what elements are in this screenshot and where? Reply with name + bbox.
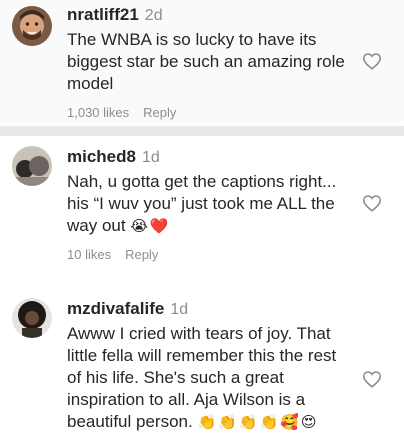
comment-text: Awww I cried with tears of joy. That lit… bbox=[67, 323, 353, 433]
likes-count[interactable]: 10 likes bbox=[67, 247, 111, 262]
comment-content: nratliff21 2d The WNBA is so lucky to hav… bbox=[67, 4, 353, 120]
comment-meta: 10 likes Reply bbox=[67, 247, 353, 262]
emoji-group: 👏👏👏👏🥰😍 bbox=[197, 413, 319, 431]
comment-meta: 1,030 likes Reply bbox=[67, 105, 353, 120]
timestamp: 2d bbox=[144, 7, 163, 24]
timestamp: 1d bbox=[170, 301, 189, 318]
comment-item: mzdivafalife 1d Awww I cried with tears o… bbox=[0, 284, 404, 446]
reply-button[interactable]: Reply bbox=[125, 247, 158, 262]
avatar[interactable] bbox=[12, 146, 52, 186]
avatar[interactable] bbox=[12, 298, 52, 338]
username[interactable]: miched8 bbox=[67, 147, 136, 166]
likes-count[interactable]: 1,030 likes bbox=[67, 105, 129, 120]
comment-text-body: Nah, u gotta get the captions right... h… bbox=[67, 172, 337, 235]
reply-button[interactable]: Reply bbox=[143, 105, 176, 120]
comment-content: miched8 1d Nah, u gotta get the captions … bbox=[67, 146, 353, 262]
username[interactable]: mzdivafalife bbox=[67, 299, 164, 318]
avatar[interactable] bbox=[12, 6, 52, 46]
comment-text: Nah, u gotta get the captions right... h… bbox=[67, 171, 353, 237]
comment-text: The WNBA is so lucky to have its biggest… bbox=[67, 30, 345, 93]
timestamp: 1d bbox=[141, 149, 160, 166]
comment-content: mzdivafalife 1d Awww I cried with tears o… bbox=[67, 298, 353, 433]
username[interactable]: nratliff21 bbox=[67, 5, 139, 24]
comment-item: nratliff21 2d The WNBA is so lucky to hav… bbox=[0, 0, 404, 123]
heart-outline-icon[interactable] bbox=[362, 370, 382, 388]
divider bbox=[0, 126, 404, 136]
heart-outline-icon[interactable] bbox=[362, 194, 382, 212]
emoji-group: 😭❤️ bbox=[130, 217, 171, 235]
comment-item: miched8 1d Nah, u gotta get the captions … bbox=[0, 136, 404, 284]
heart-outline-icon[interactable] bbox=[362, 52, 382, 70]
